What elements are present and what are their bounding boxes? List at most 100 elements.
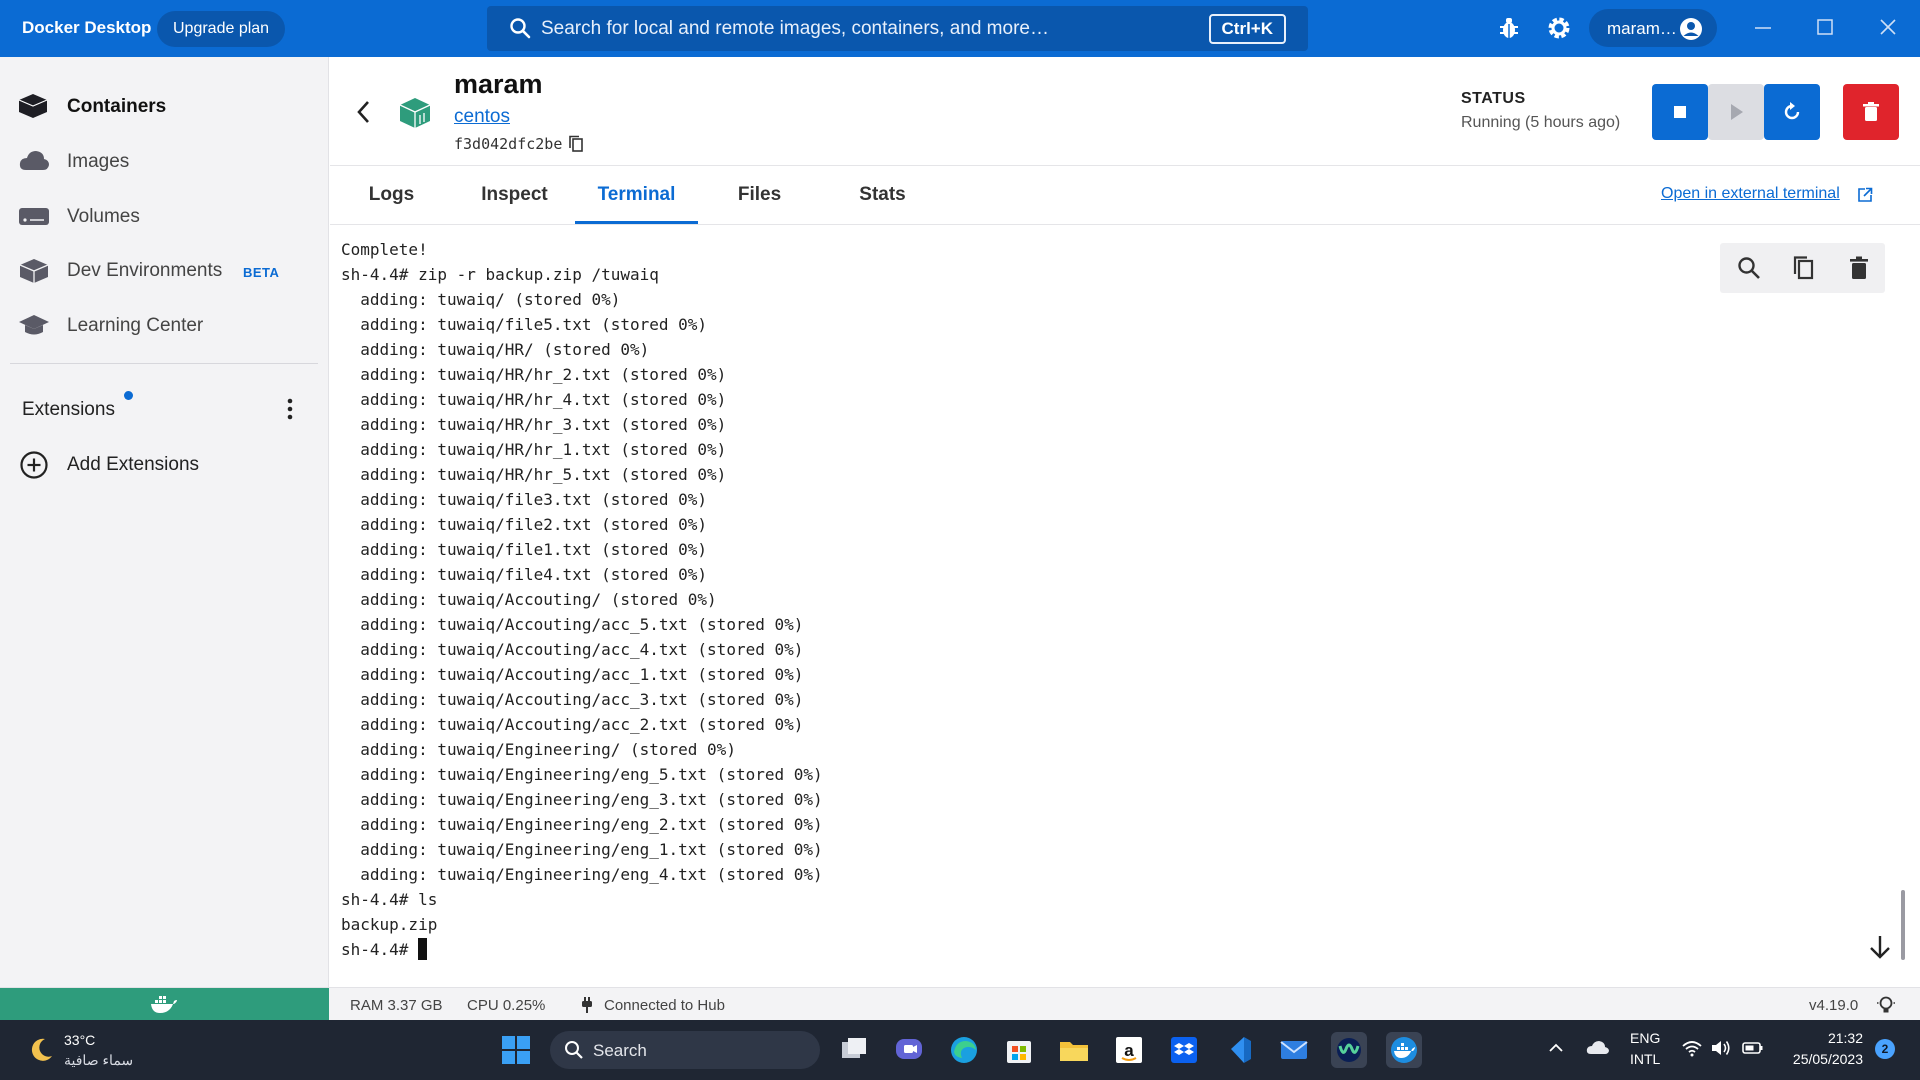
container-name: maram [454, 69, 543, 99]
amazon-icon[interactable]: a [1111, 1032, 1147, 1068]
lightbulb-icon[interactable] [1876, 995, 1896, 1020]
terminal-line: adding: tuwaiq/HR/hr_5.txt (stored 0%) [341, 465, 727, 484]
open-external-terminal-link[interactable]: Open in external terminal [1661, 185, 1840, 203]
maximize-icon[interactable] [1814, 14, 1836, 45]
cpu-usage: CPU 0.25% [467, 997, 546, 1014]
system-clock[interactable]: 21:32 [1783, 1030, 1863, 1046]
sidebar-item-containers[interactable]: Containers [0, 81, 328, 131]
terminal-line: adding: tuwaiq/file3.txt (stored 0%) [341, 490, 708, 509]
global-search[interactable]: Search for local and remote images, cont… [487, 6, 1308, 51]
system-date: 25/05/2023 [1792, 1051, 1863, 1067]
dev-env-icon [18, 257, 50, 290]
taskbar-search-label: Search [593, 1041, 647, 1060]
cloud-icon [18, 148, 50, 179]
input-layout: INTL [1630, 1051, 1661, 1067]
terminal-line: adding: tuwaiq/Accouting/acc_1.txt (stor… [341, 665, 804, 684]
weather-temperature: 33°C [64, 1032, 96, 1048]
taskbar-search[interactable]: Search [550, 1031, 820, 1069]
add-extensions-label: Add Extensions [67, 454, 200, 475]
add-extensions-button[interactable]: Add Extensions [0, 438, 328, 488]
terminal-prompt-line[interactable]: sh-4.4# [341, 937, 823, 962]
search-shortcut-badge: Ctrl+K [1208, 14, 1286, 44]
sidebar-item-dev-environments[interactable]: Dev Environments BETA [0, 245, 328, 295]
microsoft-store-icon[interactable] [1001, 1032, 1037, 1068]
terminal-line: adding: tuwaiq/Engineering/ (stored 0%) [341, 740, 736, 759]
teams-chat-icon[interactable] [891, 1032, 927, 1068]
arrow-down-icon[interactable] [1868, 934, 1892, 965]
chevron-up-icon[interactable] [1547, 1038, 1565, 1063]
tab-logs[interactable]: Logs [330, 167, 453, 224]
terminal-line: sh-4.4# ls [341, 890, 438, 909]
windows-start-icon[interactable] [498, 1032, 534, 1068]
terminal-line: adding: tuwaiq/HR/hr_2.txt (stored 0%) [341, 365, 727, 384]
app-version: v4.19.0 [1809, 997, 1859, 1014]
more-vert-icon[interactable] [282, 397, 298, 426]
terminal-line: adding: tuwaiq/Accouting/ (stored 0%) [341, 590, 717, 609]
edge-browser-icon[interactable] [946, 1032, 982, 1068]
container-header: maram centos f3d042dfc2be STATUS Running… [330, 57, 1920, 166]
tab-files[interactable]: Files [698, 167, 821, 224]
restart-button[interactable] [1764, 84, 1820, 140]
sidebar-item-images[interactable]: Images [0, 136, 328, 186]
weather-description: سماء صافية [64, 1052, 134, 1068]
vscode-icon[interactable] [1221, 1032, 1257, 1068]
stop-button[interactable] [1652, 84, 1708, 140]
dropbox-icon[interactable] [1166, 1032, 1202, 1068]
container-image-link[interactable]: centos [454, 106, 510, 128]
terminal-scrollbar[interactable] [1901, 890, 1905, 960]
extensions-notification-dot [124, 391, 133, 400]
terminal-line: adding: tuwaiq/file1.txt (stored 0%) [341, 540, 708, 559]
webex-icon[interactable] [1331, 1032, 1367, 1068]
title-bar: Docker Desktop Upgrade plan Search for l… [0, 0, 1920, 57]
minimize-icon[interactable] [1752, 14, 1774, 45]
delete-icon[interactable] [1846, 255, 1872, 286]
engine-status-indicator[interactable] [0, 988, 329, 1021]
search-placeholder: Search for local and remote images, cont… [541, 18, 1049, 39]
back-arrow-icon[interactable] [355, 99, 373, 130]
tab-stats[interactable]: Stats [821, 167, 944, 224]
search-icon [509, 17, 531, 44]
sidebar-item-learning-center[interactable]: Learning Center [0, 300, 328, 350]
sidebar-item-volumes[interactable]: Volumes [0, 191, 328, 241]
onedrive-cloud-icon[interactable] [1586, 1038, 1610, 1063]
terminal-output[interactable]: Complete! sh-4.4# zip -r backup.zip /tuwa… [330, 226, 1908, 986]
search-icon[interactable] [1736, 255, 1762, 286]
add-circle-icon [19, 450, 49, 485]
terminal-line: sh-4.4# zip -r backup.zip /tuwaiq [341, 265, 659, 284]
mail-icon[interactable] [1276, 1032, 1312, 1068]
sidebar-item-label: Images [67, 151, 130, 172]
windows-taskbar: 33°C سماء صافية Search a ENG INTL 21:32 … [0, 1020, 1920, 1080]
input-language[interactable]: ENG [1630, 1030, 1660, 1046]
open-in-new-icon[interactable] [1857, 187, 1873, 208]
docker-desktop-taskbar-icon[interactable] [1386, 1032, 1422, 1068]
sidebar-item-label: Dev Environments [67, 260, 223, 281]
tab-terminal[interactable]: Terminal [575, 167, 698, 224]
account-menu[interactable]: maram… [1589, 9, 1717, 47]
copy-icon[interactable] [568, 135, 584, 158]
terminal-line: Complete! [341, 240, 428, 259]
terminal-line: adding: tuwaiq/Accouting/acc_4.txt (stor… [341, 640, 804, 659]
battery-icon[interactable] [1741, 1038, 1765, 1063]
wifi-icon[interactable] [1681, 1038, 1703, 1063]
volume-icon [18, 203, 50, 234]
bug-icon[interactable] [1498, 15, 1520, 46]
tab-inspect[interactable]: Inspect [453, 167, 576, 224]
file-explorer-icon[interactable] [1056, 1032, 1092, 1068]
moon-icon[interactable] [27, 1036, 55, 1069]
terminal-cursor [418, 938, 428, 960]
notification-count-badge[interactable]: 2 [1875, 1039, 1895, 1059]
volume-icon[interactable] [1710, 1038, 1732, 1063]
upgrade-plan-button[interactable]: Upgrade plan [157, 11, 286, 47]
start-button[interactable] [1708, 84, 1764, 140]
terminal-prompt: sh-4.4# [341, 940, 419, 959]
terminal-line: adding: tuwaiq/Accouting/acc_2.txt (stor… [341, 715, 804, 734]
container-icon [18, 93, 48, 124]
copy-icon[interactable] [1791, 255, 1817, 286]
delete-button[interactable] [1843, 84, 1899, 140]
sidebar: Containers Images Volumes Dev Environmen… [0, 57, 329, 987]
terminal-line: adding: tuwaiq/HR/hr_1.txt (stored 0%) [341, 440, 727, 459]
gear-icon[interactable] [1546, 15, 1572, 46]
close-icon[interactable] [1877, 14, 1899, 45]
task-view-icon[interactable] [836, 1032, 872, 1068]
container-id: f3d042dfc2be [454, 135, 563, 153]
